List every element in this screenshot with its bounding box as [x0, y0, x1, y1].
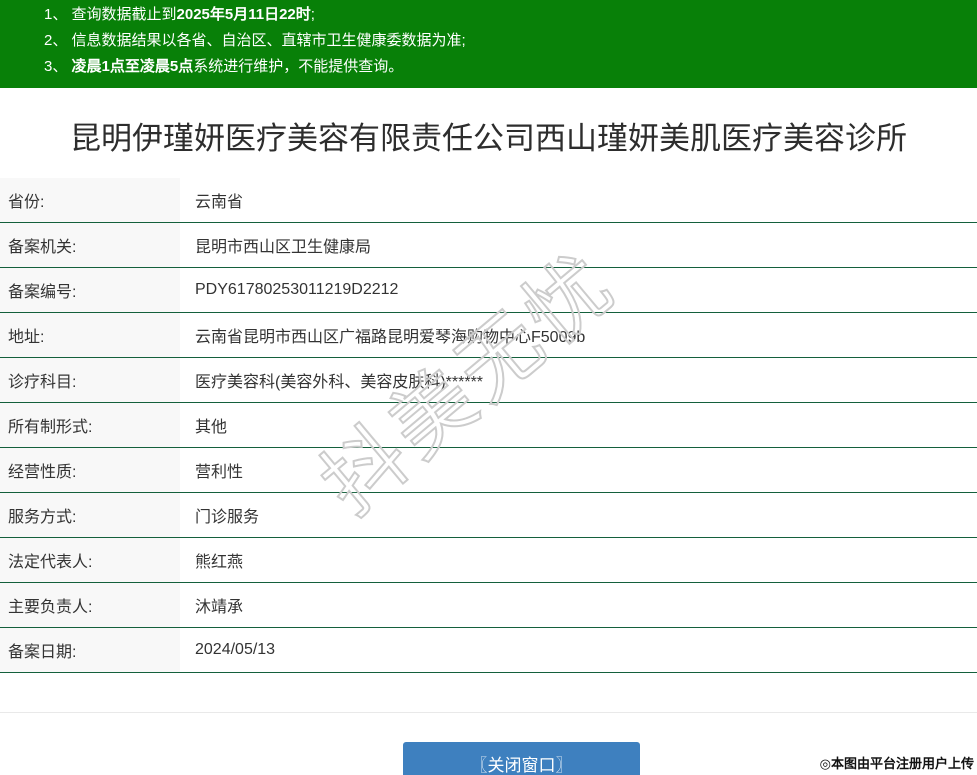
- row-label: 经营性质:: [0, 448, 180, 492]
- notice-line-3-bold: 凌晨1点至凌晨5点: [72, 58, 194, 75]
- record-detail-page: 1、 查询数据截止到2025年5月11日22时; 2、 信息数据结果以各省、自治…: [0, 0, 977, 775]
- row-value: PDY61780253011219D2212: [180, 268, 977, 312]
- row-label: 诊疗科目:: [0, 358, 180, 402]
- row-label: 地址:: [0, 313, 180, 357]
- row-label: 备案机关:: [0, 223, 180, 267]
- table-row-address: 地址: 云南省昆明市西山区广福路昆明爱琴海购物中心F5009b: [0, 313, 977, 358]
- table-row-business-nature: 经营性质: 营利性: [0, 448, 977, 493]
- notice-line-2: 2、 信息数据结果以各省、自治区、直辖市卫生健康委数据为准;: [44, 28, 967, 54]
- row-value: 云南省昆明市西山区广福路昆明爱琴海购物中心F5009b: [180, 313, 977, 357]
- row-label: 主要负责人:: [0, 583, 180, 627]
- row-value: 熊红燕: [180, 538, 977, 582]
- row-label: 备案编号:: [0, 268, 180, 312]
- notice-line-1-bold: 2025年5月11日22时: [177, 6, 311, 23]
- row-value: 沐靖承: [180, 583, 977, 627]
- table-row-service-mode: 服务方式: 门诊服务: [0, 493, 977, 538]
- row-label: 服务方式:: [0, 493, 180, 537]
- notice-line-1-suffix: ;: [311, 6, 315, 23]
- row-label: 省份:: [0, 178, 180, 222]
- notice-line-3: 3、 凌晨1点至凌晨5点系统进行维护，不能提供查询。: [44, 54, 967, 80]
- table-row-ownership-form: 所有制形式: 其他: [0, 403, 977, 448]
- table-row-filing-number: 备案编号: PDY61780253011219D2212: [0, 268, 977, 313]
- row-value: 其他: [180, 403, 977, 447]
- record-table: 省份: 云南省 备案机关: 昆明市西山区卫生健康局 备案编号: PDY61780…: [0, 178, 977, 673]
- row-value: 医疗美容科(美容外科、美容皮肤科)******: [180, 358, 977, 402]
- table-row-legal-representative: 法定代表人: 熊红燕: [0, 538, 977, 583]
- notice-banner: 1、 查询数据截止到2025年5月11日22时; 2、 信息数据结果以各省、自治…: [0, 0, 977, 88]
- table-row-filing-date: 备案日期: 2024/05/13: [0, 628, 977, 673]
- notice-line-3-prefix: 3、: [44, 58, 72, 75]
- notice-line-3-suffix: 系统进行维护，不能提供查询。: [193, 58, 403, 75]
- table-row-province: 省份: 云南省: [0, 178, 977, 223]
- row-value: 2024/05/13: [180, 628, 977, 672]
- row-value: 昆明市西山区卫生健康局: [180, 223, 977, 267]
- row-label: 所有制形式:: [0, 403, 180, 447]
- notice-line-1-prefix: 1、 查询数据截止到: [44, 6, 177, 23]
- table-row-main-person-in-charge: 主要负责人: 沐靖承: [0, 583, 977, 628]
- row-label: 法定代表人:: [0, 538, 180, 582]
- upload-stamp-text: ◎本图由平台注册用户上传: [820, 753, 974, 772]
- table-row-filing-authority: 备案机关: 昆明市西山区卫生健康局: [0, 223, 977, 268]
- footer-divider: [0, 712, 977, 713]
- row-value: 云南省: [180, 178, 977, 222]
- table-row-treatment-subjects: 诊疗科目: 医疗美容科(美容外科、美容皮肤科)******: [0, 358, 977, 403]
- notice-line-2-prefix: 2、 信息数据结果以各省、自治区、直辖市卫生健康委数据为准;: [44, 32, 466, 49]
- row-value: 营利性: [180, 448, 977, 492]
- close-window-button[interactable]: 〖关闭窗口〗: [403, 742, 640, 775]
- row-value: 门诊服务: [180, 493, 977, 537]
- row-label: 备案日期:: [0, 628, 180, 672]
- notice-line-1: 1、 查询数据截止到2025年5月11日22时;: [44, 2, 967, 28]
- page-title: 昆明伊瑾妍医疗美容有限责任公司西山瑾妍美肌医疗美容诊所: [0, 122, 977, 156]
